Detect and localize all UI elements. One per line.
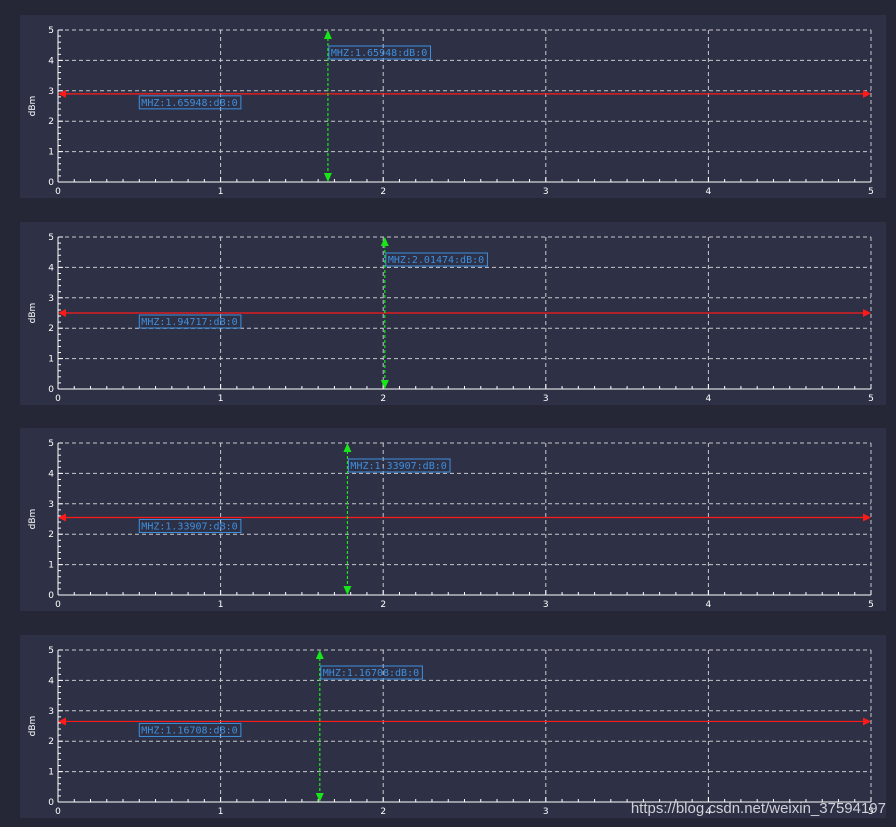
y-tick-label: 1: [48, 148, 54, 158]
watermark-text: https://blog.csdn.net/weixin_37594197: [630, 800, 886, 817]
chart-svg-3[interactable]: 0 1 2 3 4 5 0 1 2 3 4 5 dBm MHZ:1.33907:dB:0 MHZ:1.339…: [20, 428, 886, 611]
v-marker-label: MHZ:1.16708:dB:0: [323, 668, 419, 679]
v-marker-arrow-bottom: [315, 793, 324, 802]
x-tick-label: 0: [55, 394, 61, 404]
h-marker-arrow-right: [863, 717, 871, 726]
v-marker-arrow-bottom: [380, 380, 389, 389]
x-tick-label: 3: [543, 187, 549, 197]
x-tick-label: 0: [55, 807, 61, 817]
x-tick-label: 1: [218, 187, 224, 197]
x-tick-label: 4: [706, 187, 712, 197]
y-tick-label: 0: [48, 591, 54, 601]
y-tick-label: 1: [48, 768, 54, 778]
chart-svg-4[interactable]: 0 1 2 3 4 5012345dBm MHZ:1.16708:dB:0MHZ:1.167…: [20, 635, 886, 818]
x-tick-label: 2: [380, 187, 386, 197]
v-marker-arrow-top: [380, 237, 389, 246]
h-marker-label: MHZ:1.65948:dB:0: [141, 98, 237, 109]
h-marker-label: MHZ:1.33907:dB:0: [141, 521, 237, 532]
y-tick-label: 3: [48, 87, 54, 97]
h-marker-arrow-right: [863, 309, 871, 317]
y-tick-label: 2: [48, 737, 54, 747]
y-tick-label: 5: [48, 26, 54, 36]
x-tick-label: 2: [380, 807, 386, 817]
y-tick-label: 1: [48, 355, 54, 365]
y-tick-label: 3: [48, 294, 54, 304]
x-tick-label: 1: [218, 394, 224, 404]
y-axis-label: dBm: [28, 509, 38, 530]
x-tick-label: 5: [868, 600, 874, 610]
y-tick-label: 0: [48, 385, 54, 395]
v-marker-arrow-top: [315, 650, 324, 659]
y-tick-label: 2: [48, 530, 54, 540]
y-tick-label: 3: [48, 707, 54, 717]
v-marker-arrow-top: [323, 30, 332, 39]
v-marker-arrow-top: [343, 443, 352, 452]
y-tick-label: 0: [48, 178, 54, 188]
h-marker-arrow-right: [863, 513, 871, 522]
x-tick-label: 3: [543, 807, 549, 817]
x-tick-label: 5: [868, 394, 874, 404]
y-tick-label: 4: [48, 469, 54, 479]
x-tick-label: 1: [218, 807, 224, 817]
x-tick-label: 2: [380, 394, 386, 404]
x-tick-label: 1: [218, 600, 224, 610]
x-tick-label: 3: [543, 394, 549, 404]
v-marker-label: MHZ:1.65948:dB:0: [331, 48, 427, 59]
x-tick-label: 4: [706, 394, 712, 404]
y-tick-label: 3: [48, 500, 54, 510]
h-marker-arrow-left: [58, 717, 66, 726]
y-tick-label: 1: [48, 561, 54, 571]
chart-panel-2[interactable]: 0 1 2 3 4 5 0 1 2 3 4 5 dBm MHZ:1.94717:dB:0 MHZ:2.014…: [20, 222, 886, 405]
y-tick-label: 4: [48, 263, 54, 273]
y-axis-label: dBm: [28, 716, 38, 737]
v-marker-label: MHZ:1.33907:dB:0: [350, 461, 446, 472]
y-tick-label: 0: [48, 798, 54, 808]
chart-svg-2[interactable]: 0 1 2 3 4 5 0 1 2 3 4 5 dBm MHZ:1.94717:dB:0 MHZ:2.014…: [20, 222, 886, 405]
y-tick-label: 4: [48, 676, 54, 686]
x-tick-label: 2: [380, 600, 386, 610]
y-tick-label: 5: [48, 233, 54, 243]
x-tick-label: 3: [543, 600, 549, 610]
chart-panel-4[interactable]: 0 1 2 3 4 5 0 1 2 3 4 5 dBm MHZ:1.16708:dB:0 MHZ:1.167…: [20, 635, 886, 818]
chart-svg-1[interactable]: 0 1 2 3 4 5 0 1 2 3 4 5 dBm MHZ:1.65948:dB:0 MHZ:1.659…: [20, 15, 886, 198]
v-marker-label: MHZ:2.01474:dB:0: [388, 255, 484, 266]
y-axis-label: dBm: [28, 96, 38, 117]
chart-panel-1[interactable]: 0 1 2 3 4 5 0 1 2 3 4 5 dBm MHZ:1.65948:dB:0 MHZ:1.659…: [20, 15, 886, 198]
y-axis-label: dBm: [28, 303, 38, 324]
x-tick-label: 0: [55, 600, 61, 610]
h-marker-arrow-left: [58, 513, 66, 522]
h-marker-label: MHZ:1.94717:dB:0: [141, 317, 237, 328]
y-tick-label: 2: [48, 324, 54, 334]
x-tick-label: 5: [868, 187, 874, 197]
y-tick-label: 5: [48, 439, 54, 449]
chart-panel-3[interactable]: 0 1 2 3 4 5 0 1 2 3 4 5 dBm MHZ:1.33907:dB:0 MHZ:1.339…: [20, 428, 886, 611]
h-marker-label: MHZ:1.16708:dB:0: [141, 725, 237, 736]
x-tick-label: 4: [706, 600, 712, 610]
y-tick-label: 4: [48, 56, 54, 66]
v-marker-arrow-bottom: [323, 173, 332, 182]
y-tick-label: 2: [48, 117, 54, 127]
x-tick-label: 0: [55, 187, 61, 197]
y-tick-label: 5: [48, 646, 54, 656]
